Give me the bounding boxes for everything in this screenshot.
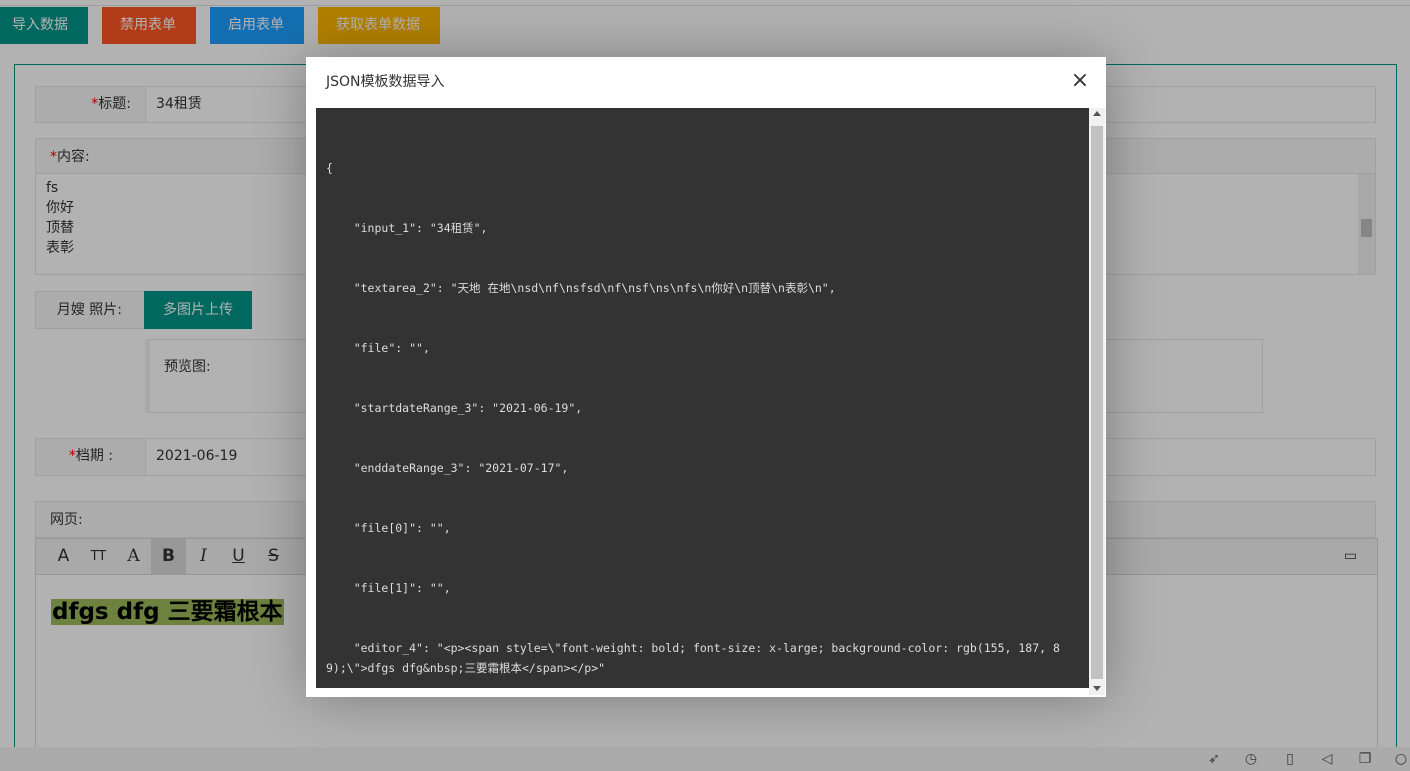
- code-scrollbar[interactable]: [1089, 108, 1105, 695]
- scroll-down-arrow-icon[interactable]: [1093, 686, 1101, 691]
- code-line: {: [326, 161, 333, 175]
- scroll-thumb[interactable]: [1091, 126, 1103, 679]
- code-line: "editor_4": "<p><span style=\"font-weigh…: [326, 641, 1060, 675]
- scroll-up-arrow-icon[interactable]: [1093, 111, 1101, 116]
- code-line: "file[1]": "",: [326, 581, 451, 595]
- code-line: "file[0]": "",: [326, 521, 451, 535]
- json-import-dialog: JSON模板数据导入 × { "input_1": "34租赁", "texta…: [306, 57, 1106, 697]
- close-icon[interactable]: ×: [1070, 70, 1090, 92]
- code-line: "input_1": "34租赁",: [326, 221, 488, 235]
- json-code-textarea[interactable]: { "input_1": "34租赁", "textarea_2": "天地 在…: [316, 108, 1089, 688]
- code-line: "enddateRange_3": "2021-07-17",: [326, 461, 569, 475]
- dialog-title: JSON模板数据导入: [306, 57, 1106, 107]
- code-line: "startdateRange_3": "2021-06-19",: [326, 401, 583, 415]
- code-line: "file": "",: [326, 341, 430, 355]
- code-line: "textarea_2": "天地 在地\nsd\nf\nsfsd\nf\nsf…: [326, 281, 836, 295]
